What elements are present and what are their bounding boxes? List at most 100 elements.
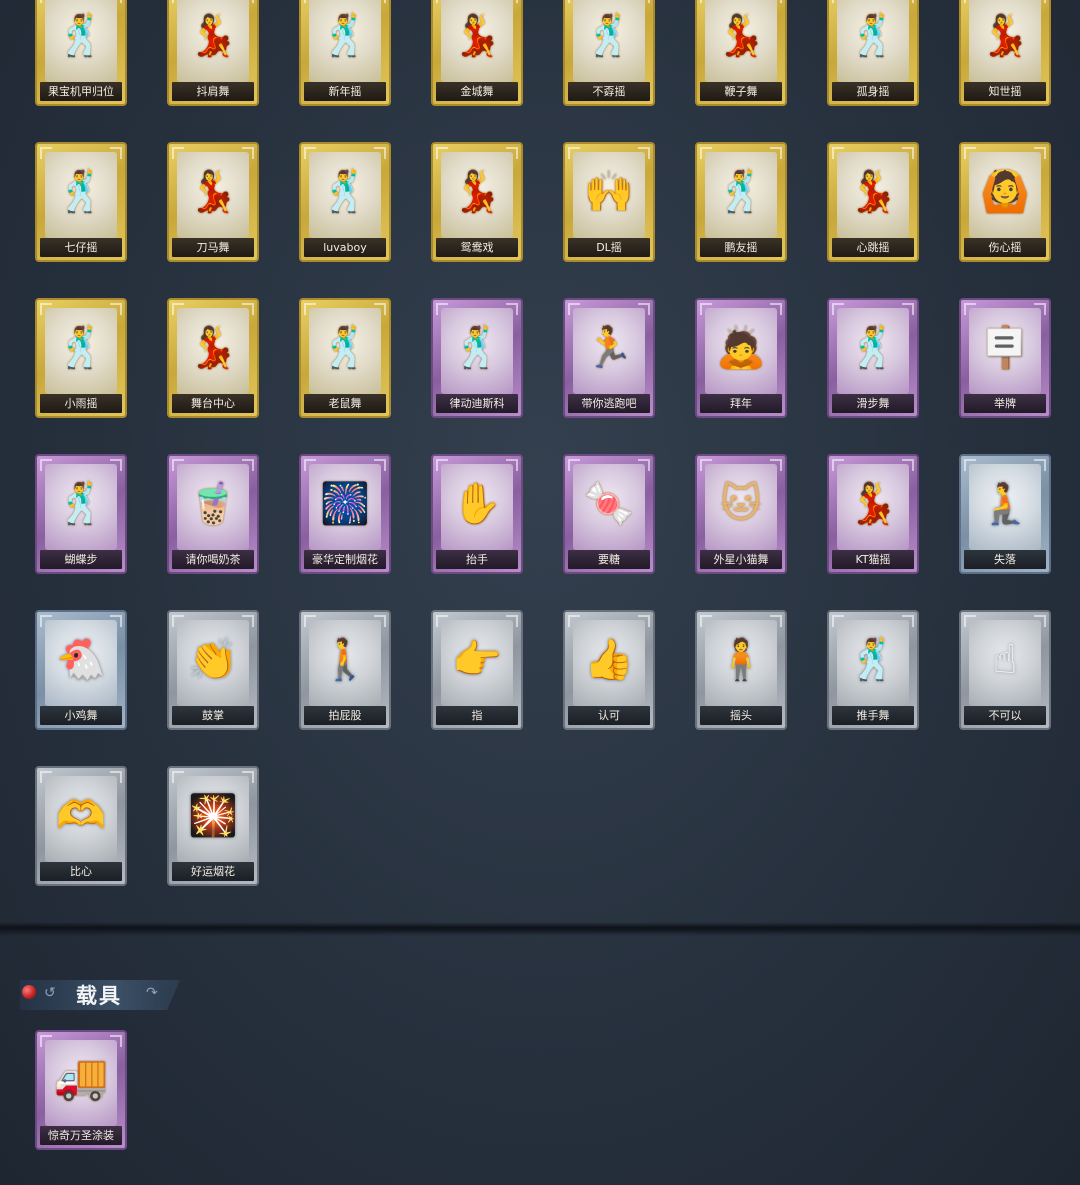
frame-corner (700, 0, 712, 3)
emote-figure-icon: ✋ (452, 481, 502, 527)
frame-corner (770, 147, 782, 159)
emote-card[interactable]: 🕺 滑步舞 (827, 298, 919, 418)
emote-figure-icon: 🕺 (848, 637, 898, 683)
card-label: 好运烟花 (172, 862, 254, 881)
frame-corner (700, 459, 712, 471)
frame-corner (568, 459, 580, 471)
emote-card[interactable]: 🪧 举牌 (959, 298, 1051, 418)
truck-icon: 🚚 (53, 1052, 109, 1103)
emote-card[interactable]: 💃 KT猫摇 (827, 454, 919, 574)
emote-card[interactable]: 🕺 蝴蝶步 (35, 454, 127, 574)
emote-card[interactable]: ☝ 不可以 (959, 610, 1051, 730)
emote-card[interactable]: 🫶 比心 (35, 766, 127, 886)
frame-corner (110, 459, 122, 471)
frame-corner (638, 0, 650, 3)
emote-card[interactable]: 🎇 好运烟花 (167, 766, 259, 886)
emote-card[interactable]: 💃 鞭子舞 (695, 0, 787, 106)
vehicle-card[interactable]: 🚚 惊奇万圣涂装 (35, 1030, 127, 1150)
emote-card[interactable]: 🕺 果宝机甲归位 (35, 0, 127, 106)
emote-card[interactable]: 🕺 新年摇 (299, 0, 391, 106)
emote-card[interactable]: ✋ 抬手 (431, 454, 523, 574)
frame-corner (110, 303, 122, 315)
emote-figure-icon: 💃 (848, 481, 898, 527)
emote-card[interactable]: 👏 鼓掌 (167, 610, 259, 730)
frame-corner (110, 615, 122, 627)
emote-figure-icon: 🙆 (980, 169, 1030, 215)
frame-corner (172, 771, 184, 783)
frame-corner (172, 0, 184, 3)
frame-corner (40, 303, 52, 315)
frame-corner (40, 615, 52, 627)
emote-card[interactable]: 🍬 要糖 (563, 454, 655, 574)
emote-card[interactable]: 👍 认可 (563, 610, 655, 730)
card-label: 知世摇 (964, 82, 1046, 101)
emote-figure-icon: 🕺 (56, 169, 106, 215)
card-label: 刀马舞 (172, 238, 254, 257)
emote-card[interactable]: 🕺 luvaboy (299, 142, 391, 262)
frame-corner (374, 459, 386, 471)
frame-corner (964, 0, 976, 3)
emote-figure-icon: 🫶 (56, 793, 106, 839)
emote-figure-icon: 💃 (188, 13, 238, 59)
emote-card[interactable]: 🕺 七仔摇 (35, 142, 127, 262)
emote-card[interactable]: 💃 抖肩舞 (167, 0, 259, 106)
frame-corner (770, 303, 782, 315)
emote-card[interactable]: 👉 指 (431, 610, 523, 730)
emote-figure-icon: 🧍 (716, 637, 766, 683)
emote-card[interactable]: 🧋 请你喝奶茶 (167, 454, 259, 574)
frame-corner (568, 303, 580, 315)
emote-figure-icon: 🕺 (848, 13, 898, 59)
frame-corner (568, 615, 580, 627)
emote-card[interactable]: 🙆 伤心摇 (959, 142, 1051, 262)
frame-corner (110, 1035, 122, 1047)
emote-card[interactable]: 💃 鸳鸯戏 (431, 142, 523, 262)
frame-corner (1034, 303, 1046, 315)
frame-corner (172, 303, 184, 315)
card-label: 摇头 (700, 706, 782, 725)
emote-card[interactable]: 💃 刀马舞 (167, 142, 259, 262)
emote-card[interactable]: 🐔 小鸡舞 (35, 610, 127, 730)
frame-corner (374, 615, 386, 627)
frame-corner (110, 0, 122, 3)
emote-card[interactable]: 🕺 小雨摇 (35, 298, 127, 418)
frame-corner (40, 0, 52, 3)
emote-card[interactable]: 🕺 孤身摇 (827, 0, 919, 106)
emote-card[interactable]: 💃 知世摇 (959, 0, 1051, 106)
emote-card[interactable]: 🧍 摇头 (695, 610, 787, 730)
frame-corner (506, 0, 518, 3)
frame-corner (964, 615, 976, 627)
frame-corner (436, 459, 448, 471)
frame-corner (242, 615, 254, 627)
frame-corner (110, 147, 122, 159)
emote-card[interactable]: 💃 舞台中心 (167, 298, 259, 418)
emote-card[interactable]: 🧎 失落 (959, 454, 1051, 574)
card-label: 推手舞 (832, 706, 914, 725)
emote-card[interactable]: 🐱 外星小猫舞 (695, 454, 787, 574)
emote-card[interactable]: 🕺 老鼠舞 (299, 298, 391, 418)
emote-card[interactable]: 🕺 鹏友摇 (695, 142, 787, 262)
card-label: 拍屁股 (304, 706, 386, 725)
emote-card[interactable]: 🚶 拍屁股 (299, 610, 391, 730)
card-label: 举牌 (964, 394, 1046, 413)
frame-corner (506, 615, 518, 627)
emote-card[interactable]: 🕺 推手舞 (827, 610, 919, 730)
card-label: 抬手 (436, 550, 518, 569)
frame-corner (304, 147, 316, 159)
emote-figure-icon: 🪧 (980, 325, 1030, 371)
emote-card[interactable]: 💃 金城舞 (431, 0, 523, 106)
emote-card[interactable]: 🕺 不孬摇 (563, 0, 655, 106)
emote-card[interactable]: 🕺 律动迪斯科 (431, 298, 523, 418)
card-label: 鼓掌 (172, 706, 254, 725)
emote-card[interactable]: 💃 心跳摇 (827, 142, 919, 262)
frame-corner (506, 459, 518, 471)
card-label: 蝴蝶步 (40, 550, 122, 569)
frame-corner (902, 0, 914, 3)
card-label: KT猫摇 (832, 550, 914, 569)
emote-figure-icon: 🕺 (320, 169, 370, 215)
emote-card[interactable]: 🏃 带你逃跑吧 (563, 298, 655, 418)
emote-card[interactable]: 🙌 DL摇 (563, 142, 655, 262)
emote-figure-icon: 🐱 (720, 481, 762, 527)
emote-card[interactable]: 🙇 拜年 (695, 298, 787, 418)
emote-card[interactable]: 🎆 豪华定制烟花 (299, 454, 391, 574)
frame-corner (638, 459, 650, 471)
